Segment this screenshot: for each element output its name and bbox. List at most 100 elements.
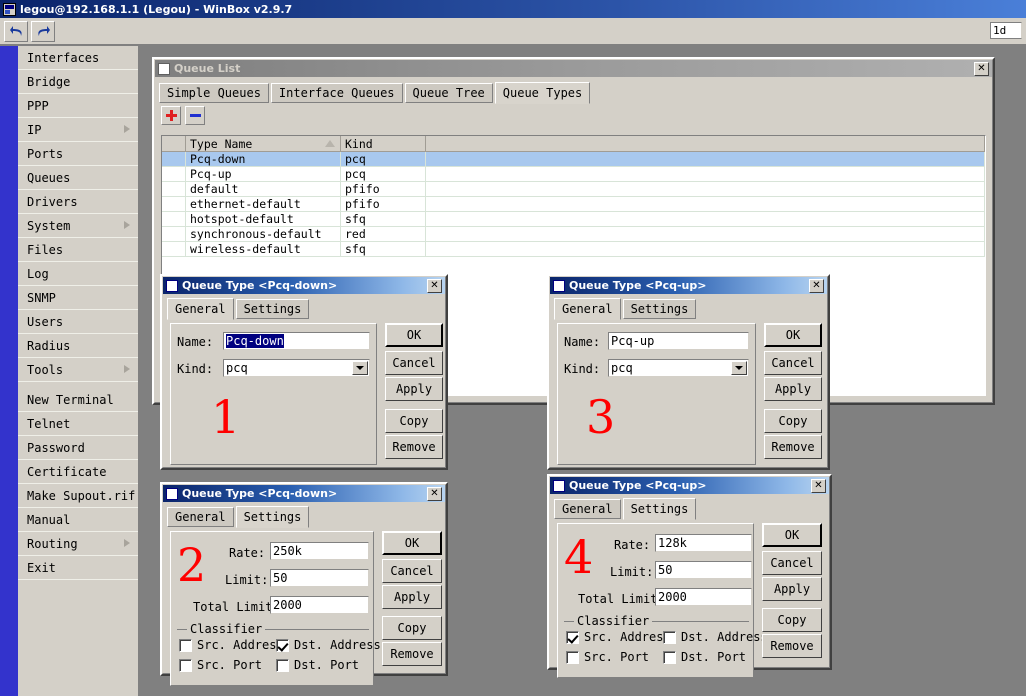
dialog4-checkbox-dst-port[interactable]: Dst. Port: [663, 650, 746, 664]
sidebar-item-password[interactable]: Password: [18, 436, 138, 460]
dialog4-copy-button[interactable]: Copy: [762, 608, 822, 632]
queue-list-close-button[interactable]: ✕: [974, 62, 989, 76]
dialog2-total-limit-input[interactable]: 2000: [270, 596, 369, 614]
dialog1-tab-settings[interactable]: Settings: [235, 299, 310, 319]
redo-button[interactable]: [31, 21, 55, 42]
dialog3-ok-button[interactable]: OK: [764, 323, 822, 347]
sidebar-item-snmp[interactable]: SNMP: [18, 286, 138, 310]
sidebar-item-queues[interactable]: Queues: [18, 166, 138, 190]
sidebar-item-radius[interactable]: Radius: [18, 334, 138, 358]
dialog2-checkbox-src-port[interactable]: Src. Port: [179, 658, 262, 672]
dialog2-checkbox-src-address[interactable]: Src. Address: [179, 638, 284, 652]
column-header-flag[interactable]: [162, 136, 186, 152]
sidebar-item-new-terminal[interactable]: New Terminal: [18, 388, 138, 412]
dialog4-remove-button[interactable]: Remove: [762, 634, 822, 658]
sidebar-item-system[interactable]: System: [18, 214, 138, 238]
dialog1-kind-select[interactable]: pcq: [223, 359, 370, 377]
dialog2-cancel-button[interactable]: Cancel: [382, 559, 442, 583]
dialog4-tab-general[interactable]: General: [554, 499, 621, 519]
dialog1-titlebar[interactable]: Queue Type <Pcq-down> ✕: [163, 277, 445, 294]
dialog3-name-input[interactable]: Pcq-up: [608, 332, 749, 350]
dialog1-tab-general[interactable]: General: [167, 298, 234, 320]
dialog2-copy-button[interactable]: Copy: [382, 616, 442, 640]
dialog3-remove-button[interactable]: Remove: [764, 435, 822, 459]
table-row[interactable]: Pcq-up pcq: [162, 167, 985, 182]
table-row[interactable]: wireless-default sfq: [162, 242, 985, 257]
dialog2-limit-input[interactable]: 50: [270, 569, 369, 587]
chevron-down-icon[interactable]: [731, 361, 747, 375]
sidebar-item-interfaces[interactable]: Interfaces: [18, 46, 138, 70]
tab-queue-tree[interactable]: Queue Tree: [404, 83, 493, 103]
uptime-field[interactable]: 1d: [990, 22, 1022, 39]
dialog4-cancel-button[interactable]: Cancel: [762, 551, 822, 575]
sidebar-item-bridge[interactable]: Bridge: [18, 70, 138, 94]
dialog1-ok-button[interactable]: OK: [385, 323, 443, 347]
dialog3-apply-button[interactable]: Apply: [764, 377, 822, 401]
chevron-down-icon[interactable]: [352, 361, 368, 375]
dialog2-checkbox-dst-port[interactable]: Dst. Port: [276, 658, 359, 672]
dialog3-cancel-button[interactable]: Cancel: [764, 351, 822, 375]
dialog4-total-limit-input[interactable]: 2000: [655, 588, 752, 606]
column-header-kind[interactable]: Kind: [341, 136, 426, 152]
sidebar-item-telnet[interactable]: Telnet: [18, 412, 138, 436]
sidebar-item-ip[interactable]: IP: [18, 118, 138, 142]
dialog1-copy-button[interactable]: Copy: [385, 409, 443, 433]
dialog2-close-button[interactable]: ✕: [427, 487, 442, 501]
dialog3-close-button[interactable]: ✕: [809, 279, 824, 293]
tab-queue-types[interactable]: Queue Types: [494, 82, 591, 104]
table-row[interactable]: default pfifo: [162, 182, 985, 197]
table-row[interactable]: ethernet-default pfifo: [162, 197, 985, 212]
sidebar-item-routing[interactable]: Routing: [18, 532, 138, 556]
sidebar-item-exit[interactable]: Exit: [18, 556, 138, 580]
dialog2-titlebar[interactable]: Queue Type <Pcq-down> ✕: [163, 485, 445, 502]
dialog4-limit-input[interactable]: 50: [655, 561, 752, 579]
dialog3-titlebar[interactable]: Queue Type <Pcq-up> ✕: [550, 277, 827, 294]
sidebar-item-certificate[interactable]: Certificate: [18, 460, 138, 484]
dialog3-tab-general[interactable]: General: [554, 298, 621, 320]
add-queue-type-button[interactable]: [161, 106, 181, 125]
dialog4-checkbox-dst-address[interactable]: Dst. Address: [663, 630, 768, 644]
tab-simple-queues[interactable]: Simple Queues: [159, 83, 269, 103]
dialog1-close-button[interactable]: ✕: [427, 279, 442, 293]
dialog2-ok-button[interactable]: OK: [382, 531, 442, 555]
dialog1-cancel-button[interactable]: Cancel: [385, 351, 443, 375]
dialog3-copy-button[interactable]: Copy: [764, 409, 822, 433]
sidebar-item-manual[interactable]: Manual: [18, 508, 138, 532]
sidebar-item-log[interactable]: Log: [18, 262, 138, 286]
sidebar-item-tools[interactable]: Tools: [18, 358, 138, 382]
dialog2-tab-settings[interactable]: Settings: [235, 506, 310, 528]
dialog2-checkbox-dst-address[interactable]: Dst. Address: [276, 638, 381, 652]
sidebar-item-ppp[interactable]: PPP: [18, 94, 138, 118]
sidebar-item-files[interactable]: Files: [18, 238, 138, 262]
dialog4-apply-button[interactable]: Apply: [762, 577, 822, 601]
sidebar-item-users[interactable]: Users: [18, 310, 138, 334]
dialog1-remove-button[interactable]: Remove: [385, 435, 443, 459]
table-row[interactable]: hotspot-default sfq: [162, 212, 985, 227]
dialog2-remove-button[interactable]: Remove: [382, 642, 442, 666]
queue-list-titlebar[interactable]: Queue List ✕: [155, 60, 992, 77]
dialog4-titlebar[interactable]: Queue Type <Pcq-up> ✕: [550, 477, 829, 494]
table-row[interactable]: synchronous-default red: [162, 227, 985, 242]
dialog1-name-input[interactable]: Pcq-down: [223, 332, 370, 350]
sidebar-item-drivers[interactable]: Drivers: [18, 190, 138, 214]
column-header-blank[interactable]: [426, 136, 985, 152]
dialog4-close-button[interactable]: ✕: [811, 479, 826, 493]
dialog2-apply-button[interactable]: Apply: [382, 585, 442, 609]
dialog4-rate-input[interactable]: 128k: [655, 534, 752, 552]
dialog3-kind-select[interactable]: pcq: [608, 359, 749, 377]
dialog4-checkbox-src-port[interactable]: Src. Port: [566, 650, 649, 664]
dialog4-checkbox-src-address[interactable]: Src. Address: [566, 630, 671, 644]
remove-queue-type-button[interactable]: [185, 106, 205, 125]
column-header-type-name[interactable]: Type Name: [186, 136, 341, 152]
sidebar-item-make-supout-rif[interactable]: Make Supout.rif: [18, 484, 138, 508]
dialog2-rate-input[interactable]: 250k: [270, 542, 369, 560]
dialog3-tab-settings[interactable]: Settings: [622, 299, 697, 319]
table-row[interactable]: Pcq-down pcq: [162, 152, 985, 167]
tab-interface-queues[interactable]: Interface Queues: [270, 83, 403, 103]
dialog1-apply-button[interactable]: Apply: [385, 377, 443, 401]
dialog2-tab-general[interactable]: General: [167, 507, 234, 527]
undo-button[interactable]: [4, 21, 28, 42]
sidebar-item-ports[interactable]: Ports: [18, 142, 138, 166]
dialog4-tab-settings[interactable]: Settings: [622, 498, 697, 520]
dialog4-ok-button[interactable]: OK: [762, 523, 822, 547]
